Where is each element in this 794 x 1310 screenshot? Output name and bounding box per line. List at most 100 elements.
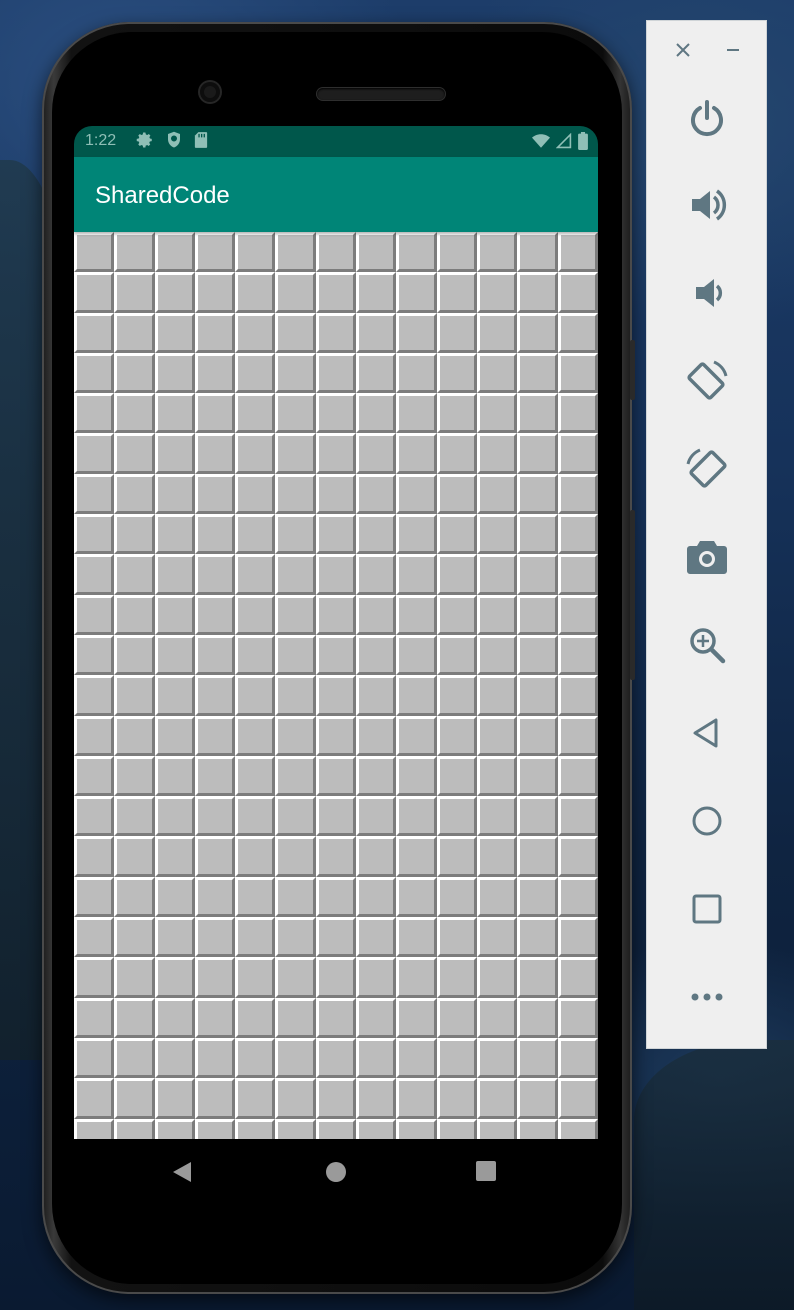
grid-tile[interactable] [476,675,518,716]
grid-tile[interactable] [315,836,357,877]
grid-tile[interactable] [194,352,236,394]
grid-tile[interactable] [476,755,518,797]
grid-tile[interactable] [114,796,155,837]
volume-down-icon[interactable] [677,263,737,323]
grid-tile[interactable] [476,1078,518,1119]
grid-tile[interactable] [275,433,316,474]
grid-tile[interactable] [517,232,558,273]
grid-tile[interactable] [154,594,195,635]
grid-tile[interactable] [436,1037,477,1079]
grid-tile[interactable] [315,796,357,837]
grid-tile[interactable] [194,272,236,313]
grid-tile[interactable] [154,876,195,918]
grid-tile[interactable] [315,433,357,474]
close-icon[interactable] [668,35,698,65]
grid-tile[interactable] [235,514,276,555]
grid-tile[interactable] [396,755,437,797]
grid-tile[interactable] [557,675,598,716]
grid-tile[interactable] [275,514,316,555]
home-icon[interactable] [677,791,737,851]
grid-tile[interactable] [396,272,437,313]
grid-tile[interactable] [194,755,236,797]
grid-tile[interactable] [396,312,437,353]
more-icon[interactable] [677,967,737,1027]
grid-tile[interactable] [396,473,437,515]
grid-tile[interactable] [194,514,236,555]
grid-tile[interactable] [194,232,236,273]
grid-tile[interactable] [275,312,316,353]
grid-tile[interactable] [194,796,236,837]
grid-tile[interactable] [235,917,276,958]
grid-tile[interactable] [557,272,598,313]
grid-tile[interactable] [235,433,276,474]
grid-tile[interactable] [154,473,195,515]
grid-tile[interactable] [476,917,518,958]
grid-tile[interactable] [235,1037,276,1079]
grid-tile[interactable] [315,393,357,434]
grid-tile[interactable] [315,1118,357,1139]
rotate-left-icon[interactable] [677,351,737,411]
grid-tile[interactable] [154,796,195,837]
grid-tile[interactable] [557,1078,598,1119]
grid-tile[interactable] [517,715,558,756]
grid-tile[interactable] [557,433,598,474]
grid-tile[interactable] [74,755,115,797]
grid-tile[interactable] [557,715,598,756]
grid-tile[interactable] [235,876,276,918]
grid-tile[interactable] [356,957,397,998]
grid-tile[interactable] [436,755,477,797]
grid-tile[interactable] [356,1118,397,1139]
grid-tile[interactable] [557,796,598,837]
grid-tile[interactable] [517,473,558,515]
grid-tile[interactable] [476,594,518,635]
grid-tile[interactable] [517,1118,558,1139]
grid-tile[interactable] [436,272,477,313]
grid-tile[interactable] [235,836,276,877]
grid-tile[interactable] [275,876,316,918]
grid-tile[interactable] [396,393,437,434]
grid-tile[interactable] [154,514,195,555]
grid-tile[interactable] [356,1037,397,1079]
grid-tile[interactable] [235,312,276,353]
grid-tile[interactable] [154,715,195,756]
grid-tile[interactable] [436,836,477,877]
grid-tile[interactable] [557,232,598,273]
grid-tile[interactable] [517,514,558,555]
grid-tile[interactable] [476,352,518,394]
grid-tile[interactable] [114,312,155,353]
grid-tile[interactable] [436,957,477,998]
grid-tile[interactable] [557,1037,598,1079]
grid-tile[interactable] [154,836,195,877]
grid-tile[interactable] [356,232,397,273]
grid-tile[interactable] [74,796,115,837]
grid-tile[interactable] [235,1078,276,1119]
grid-tile[interactable] [315,917,357,958]
grid-tile[interactable] [275,957,316,998]
grid-tile[interactable] [436,312,477,353]
grid-tile[interactable] [74,1118,115,1139]
grid-tile[interactable] [315,876,357,918]
grid-tile[interactable] [235,997,276,1038]
grid-tile[interactable] [114,1078,155,1119]
grid-tile[interactable] [356,634,397,676]
grid-tile[interactable] [275,917,316,958]
grid-tile[interactable] [315,1037,357,1079]
grid-tile[interactable] [356,312,397,353]
grid-tile[interactable] [476,232,518,273]
grid-tile[interactable] [356,514,397,555]
grid-tile[interactable] [557,594,598,635]
grid-tile[interactable] [476,876,518,918]
grid-tile[interactable] [114,876,155,918]
grid-tile[interactable] [194,393,236,434]
grid-tile[interactable] [74,272,115,313]
grid-tile[interactable] [517,1078,558,1119]
grid-tile[interactable] [74,594,115,635]
grid-tile[interactable] [436,352,477,394]
grid-tile[interactable] [154,272,195,313]
grid-tile[interactable] [396,433,437,474]
grid-tile[interactable] [557,876,598,918]
grid-tile[interactable] [194,675,236,716]
grid-tile[interactable] [396,1037,437,1079]
grid-tile[interactable] [315,473,357,515]
grid-tile[interactable] [154,554,195,595]
